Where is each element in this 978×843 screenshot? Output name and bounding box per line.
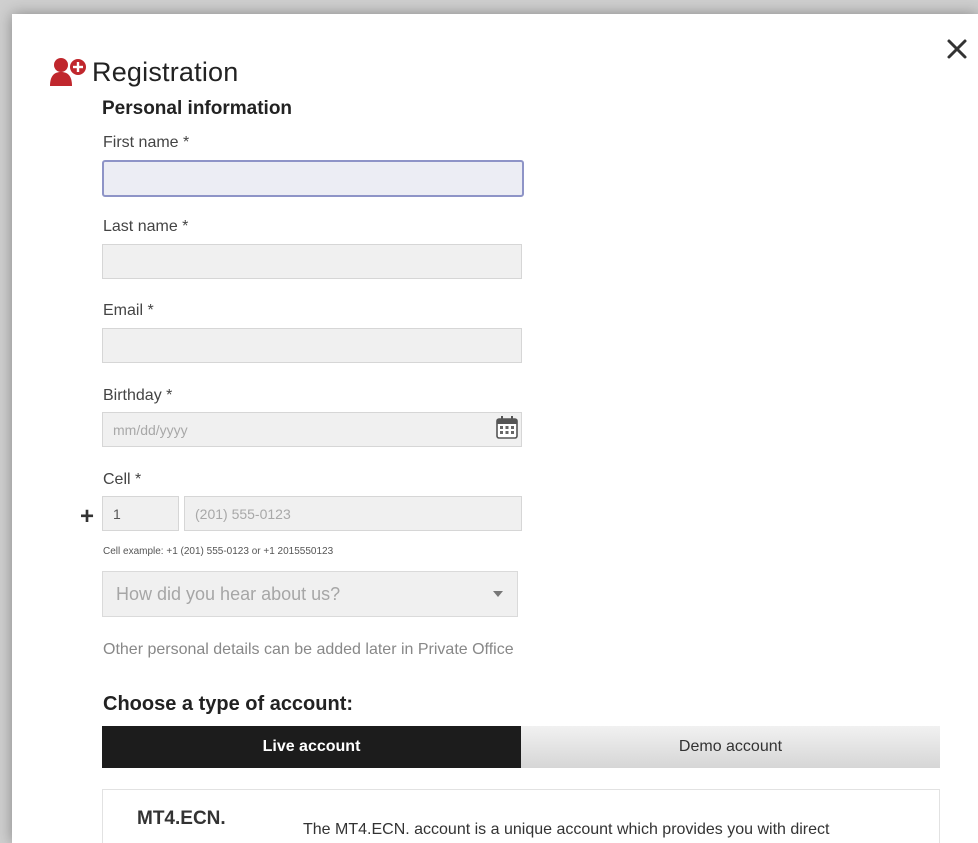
close-icon[interactable] — [940, 32, 974, 66]
tab-demo-account[interactable]: Demo account — [521, 726, 940, 768]
first-name-label: First name * — [103, 134, 190, 151]
user-add-icon — [50, 58, 86, 86]
account-name: MT4.ECN. — [137, 808, 226, 829]
account-type-tabs: Live account Demo account — [102, 726, 940, 768]
last-name-input[interactable] — [102, 244, 522, 279]
page-title: Registration — [92, 56, 239, 87]
calendar-icon[interactable] — [496, 415, 518, 439]
personal-details-note: Other personal details can be added late… — [103, 641, 514, 658]
account-description: The MT4.ECN. account is a unique account… — [303, 821, 830, 838]
birthday-input[interactable] — [102, 412, 522, 447]
last-name-label: Last name * — [103, 218, 189, 235]
birthday-label: Birthday * — [103, 387, 173, 404]
account-card: MT4.ECN. The MT4.ECN. account is a uniqu… — [102, 789, 940, 843]
cell-number-input[interactable] — [184, 496, 522, 531]
referral-select-placeholder: How did you hear about us? — [116, 583, 341, 604]
chevron-down-icon — [493, 591, 503, 597]
first-name-input[interactable] — [102, 160, 524, 197]
country-code-input[interactable] — [102, 496, 179, 531]
cell-label: Cell * — [103, 471, 142, 488]
account-type-heading: Choose a type of account: — [103, 693, 354, 715]
email-label: Email * — [103, 302, 154, 319]
email-input[interactable] — [102, 328, 522, 363]
tab-live-account[interactable]: Live account — [102, 726, 521, 768]
referral-select[interactable]: How did you hear about us? — [102, 571, 518, 617]
plus-prefix: + — [80, 503, 95, 530]
cell-hint: Cell example: +1 (201) 555-0123 or +1 20… — [103, 546, 334, 557]
registration-modal: Registration Personal information First … — [12, 14, 978, 843]
title-row: Registration — [50, 52, 238, 92]
personal-information-heading: Personal information — [102, 98, 293, 119]
